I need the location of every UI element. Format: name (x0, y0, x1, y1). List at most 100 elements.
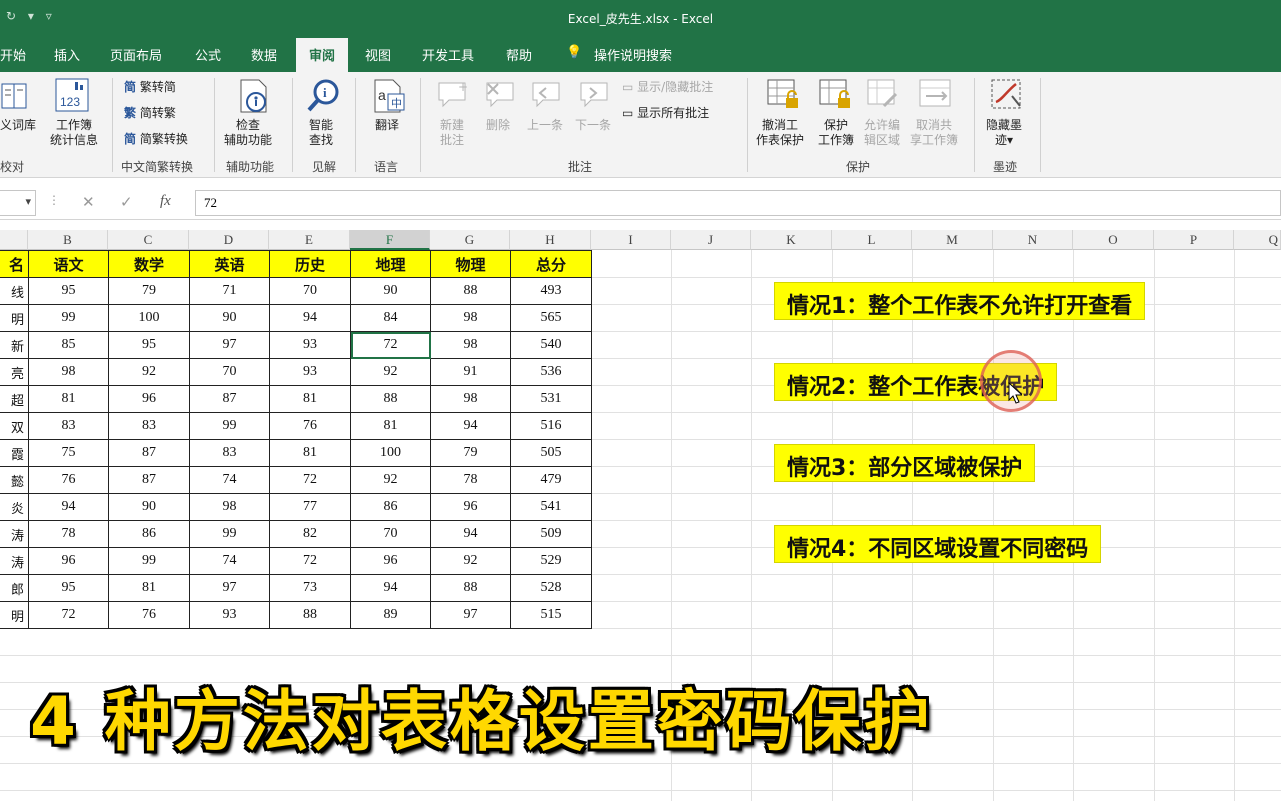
table-cell[interactable]: 76 (269, 412, 351, 440)
table-cell[interactable]: 91 (430, 358, 511, 386)
table-cell[interactable]: 77 (269, 493, 351, 521)
column-header-b[interactable]: B (28, 230, 108, 250)
table-header-cell[interactable]: 历史 (269, 250, 351, 278)
table-cell[interactable]: 炎 (0, 493, 29, 521)
table-cell[interactable]: 93 (269, 358, 351, 386)
column-header-h[interactable]: H (510, 230, 591, 250)
table-cell[interactable]: 92 (108, 358, 190, 386)
table-cell[interactable]: 79 (108, 277, 190, 305)
table-cell[interactable]: 73 (269, 574, 351, 602)
table-cell[interactable]: 94 (269, 304, 351, 332)
table-cell[interactable]: 83 (189, 439, 270, 467)
table-cell[interactable]: 83 (28, 412, 109, 440)
tab-formulas[interactable]: 公式 (195, 45, 221, 64)
column-header-c[interactable]: C (108, 230, 189, 250)
table-cell[interactable]: 72 (28, 601, 109, 629)
table-cell[interactable]: 95 (28, 277, 109, 305)
table-cell[interactable]: 88 (430, 574, 511, 602)
column-header-p[interactable]: P (1154, 230, 1234, 250)
table-cell[interactable]: 81 (350, 412, 431, 440)
tab-data[interactable]: 数据 (251, 45, 277, 64)
table-cell[interactable]: 明 (0, 601, 29, 629)
table-cell[interactable]: 100 (108, 304, 190, 332)
tab-review[interactable]: 审阅 (296, 38, 349, 72)
table-cell[interactable]: 92 (430, 547, 511, 575)
table-cell[interactable]: 88 (350, 385, 431, 413)
table-cell[interactable]: 479 (510, 466, 592, 494)
table-cell[interactable]: 97 (430, 601, 511, 629)
chinese-conversion-button[interactable]: 简 简繁转换 (124, 132, 188, 147)
table-cell[interactable]: 529 (510, 547, 592, 575)
thesaurus-button[interactable]: 义词库 (0, 118, 36, 133)
column-header-j[interactable]: J (671, 230, 751, 250)
previous-comment-button[interactable]: 上一条 (527, 118, 563, 133)
table-cell[interactable]: 86 (108, 520, 190, 548)
smart-lookup-button[interactable]: 智能 查找 (309, 118, 333, 148)
unshare-workbook-button[interactable]: 取消共 享工作簿 (910, 118, 958, 148)
table-cell[interactable]: 83 (108, 412, 190, 440)
table-cell[interactable]: 94 (430, 520, 511, 548)
table-header-cell[interactable]: 语文 (28, 250, 109, 278)
column-header-i[interactable]: I (591, 230, 671, 250)
table-cell[interactable]: 528 (510, 574, 592, 602)
cancel-icon[interactable]: ✕ (82, 193, 95, 211)
table-cell[interactable]: 90 (108, 493, 190, 521)
table-header-cell[interactable]: 地理 (350, 250, 431, 278)
table-cell[interactable]: 90 (350, 277, 431, 305)
table-header-cell[interactable]: 名 (0, 250, 29, 278)
table-cell[interactable]: 98 (430, 331, 511, 359)
column-header-f[interactable]: F (350, 230, 430, 250)
tab-help[interactable]: 帮助 (506, 45, 532, 64)
table-cell[interactable]: 96 (430, 493, 511, 521)
table-cell[interactable]: 81 (269, 385, 351, 413)
table-cell[interactable]: 76 (28, 466, 109, 494)
workbook-statistics-button[interactable]: 工作簿 统计信息 (50, 118, 98, 148)
table-cell[interactable]: 98 (430, 385, 511, 413)
table-cell[interactable]: 88 (269, 601, 351, 629)
table-cell[interactable]: 霞 (0, 439, 29, 467)
table-header-cell[interactable]: 英语 (189, 250, 270, 278)
table-cell[interactable]: 96 (350, 547, 431, 575)
table-cell[interactable]: 96 (28, 547, 109, 575)
table-cell[interactable]: 78 (28, 520, 109, 548)
table-cell[interactable]: 超 (0, 385, 29, 413)
table-cell[interactable]: 82 (269, 520, 351, 548)
tell-me-search[interactable]: 操作说明搜索 (594, 45, 672, 64)
table-cell[interactable]: 515 (510, 601, 592, 629)
simplified-to-traditional-button[interactable]: 繁 简转繁 (124, 106, 176, 121)
check-accessibility-button[interactable]: 检查 辅助功能 (224, 118, 272, 148)
formula-input[interactable]: 72 (195, 190, 1281, 216)
allow-edit-ranges-button[interactable]: 允许编 辑区域 (864, 118, 900, 148)
table-cell[interactable]: 90 (189, 304, 270, 332)
hide-ink-button[interactable]: 隐藏墨 迹▾ (986, 118, 1022, 148)
table-cell[interactable]: 71 (189, 277, 270, 305)
table-cell[interactable]: 493 (510, 277, 592, 305)
table-cell[interactable]: 郎 (0, 574, 29, 602)
table-cell[interactable]: 95 (28, 574, 109, 602)
table-cell[interactable]: 84 (350, 304, 431, 332)
table-cell[interactable]: 懿 (0, 466, 29, 494)
table-cell[interactable]: 70 (189, 358, 270, 386)
table-cell[interactable]: 99 (28, 304, 109, 332)
tab-home[interactable]: 开始 (0, 45, 26, 64)
table-cell[interactable]: 99 (108, 547, 190, 575)
column-header-l[interactable]: L (832, 230, 912, 250)
table-cell[interactable]: 78 (430, 466, 511, 494)
table-cell[interactable]: 70 (350, 520, 431, 548)
table-cell[interactable]: 涛 (0, 520, 29, 548)
delete-comment-button[interactable]: 删除 (486, 118, 510, 133)
table-cell[interactable]: 72 (269, 547, 351, 575)
table-cell[interactable]: 72 (350, 331, 431, 359)
table-cell[interactable]: 505 (510, 439, 592, 467)
table-cell[interactable]: 87 (108, 466, 190, 494)
show-all-comments-button[interactable]: ▭ 显示所有批注 (622, 106, 709, 121)
table-cell[interactable]: 516 (510, 412, 592, 440)
tab-insert[interactable]: 插入 (54, 45, 80, 64)
table-header-cell[interactable]: 数学 (108, 250, 190, 278)
table-cell[interactable]: 85 (28, 331, 109, 359)
table-cell[interactable]: 79 (430, 439, 511, 467)
column-header-a[interactable] (0, 230, 28, 250)
table-cell[interactable]: 509 (510, 520, 592, 548)
table-cell[interactable]: 98 (28, 358, 109, 386)
table-cell[interactable]: 75 (28, 439, 109, 467)
